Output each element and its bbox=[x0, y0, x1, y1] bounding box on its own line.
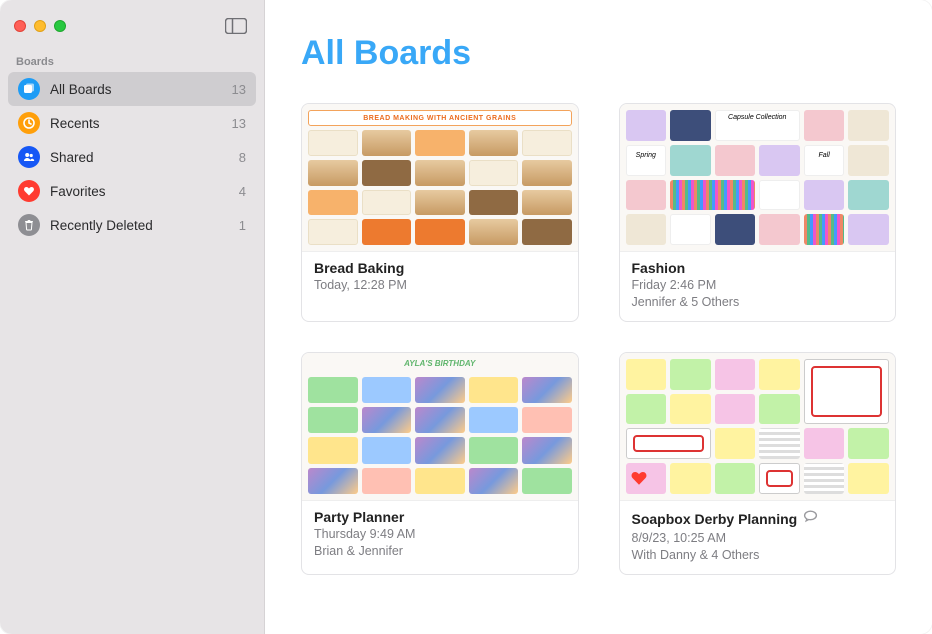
sidebar-item-count: 1 bbox=[239, 218, 246, 233]
people-icon bbox=[18, 146, 40, 168]
close-window-button[interactable] bbox=[14, 20, 26, 32]
board-thumbnail: Capsule Collection SpringFall bbox=[620, 104, 896, 252]
sidebar-item-recents[interactable]: Recents 13 bbox=[8, 106, 256, 140]
favorite-heart-icon bbox=[630, 469, 648, 492]
board-meta: Soapbox Derby Planning 8/9/23, 10:25 AM … bbox=[620, 501, 896, 574]
board-card[interactable]: Soapbox Derby Planning 8/9/23, 10:25 AM … bbox=[619, 352, 897, 575]
clock-icon bbox=[18, 112, 40, 134]
sidebar-item-count: 13 bbox=[232, 116, 246, 131]
main-content: All Boards BREAD MAKING WITH ANCIENT GRA… bbox=[265, 0, 932, 634]
board-grid: BREAD MAKING WITH ANCIENT GRAINS Bread B… bbox=[301, 103, 896, 575]
board-thumbnail: BREAD MAKING WITH ANCIENT GRAINS bbox=[302, 104, 578, 252]
board-meta: Fashion Friday 2:46 PM Jennifer & 5 Othe… bbox=[620, 252, 896, 321]
heart-icon bbox=[18, 180, 40, 202]
sidebar-item-all-boards[interactable]: All Boards 13 bbox=[8, 72, 256, 106]
thumb-title: AYLA'S BIRTHDAY bbox=[308, 359, 572, 373]
board-meta: Party Planner Thursday 9:49 AM Brian & J… bbox=[302, 501, 578, 570]
minimize-window-button[interactable] bbox=[34, 20, 46, 32]
sidebar-item-count: 8 bbox=[239, 150, 246, 165]
sidebar-icon bbox=[225, 18, 247, 34]
sidebar-item-recently-deleted[interactable]: Recently Deleted 1 bbox=[8, 208, 256, 242]
sidebar-section-title: Boards bbox=[0, 52, 264, 72]
board-time: Today, 12:28 PM bbox=[314, 277, 566, 294]
sidebar-item-label: Shared bbox=[50, 150, 229, 165]
boards-icon bbox=[18, 78, 40, 100]
board-time: Friday 2:46 PM bbox=[632, 277, 884, 294]
thumb-title: BREAD MAKING WITH ANCIENT GRAINS bbox=[308, 110, 572, 126]
page-title: All Boards bbox=[301, 34, 896, 73]
sidebar-item-shared[interactable]: Shared 8 bbox=[8, 140, 256, 174]
board-people: Jennifer & 5 Others bbox=[632, 294, 884, 311]
board-name: Party Planner bbox=[314, 509, 566, 525]
board-thumbnail bbox=[620, 353, 896, 501]
toggle-sidebar-button[interactable] bbox=[222, 16, 250, 36]
board-name: Bread Baking bbox=[314, 260, 566, 276]
sidebar-item-label: Recently Deleted bbox=[50, 218, 229, 233]
board-time: 8/9/23, 10:25 AM bbox=[632, 530, 884, 547]
sidebar-item-favorites[interactable]: Favorites 4 bbox=[8, 174, 256, 208]
sidebar-item-label: Recents bbox=[50, 116, 222, 131]
trash-icon bbox=[18, 214, 40, 236]
fullscreen-window-button[interactable] bbox=[54, 20, 66, 32]
titlebar bbox=[0, 0, 264, 52]
comment-icon bbox=[803, 509, 818, 529]
sidebar-item-label: Favorites bbox=[50, 184, 229, 199]
sidebar: Boards All Boards 13 Recents 13 bbox=[0, 0, 265, 634]
board-card[interactable]: AYLA'S BIRTHDAY Party Planner Thursday 9… bbox=[301, 352, 579, 575]
app-window: Boards All Boards 13 Recents 13 bbox=[0, 0, 932, 634]
board-people: Brian & Jennifer bbox=[314, 543, 566, 560]
board-card[interactable]: Capsule Collection SpringFall Fashion Fr… bbox=[619, 103, 897, 322]
board-people: With Danny & 4 Others bbox=[632, 547, 884, 564]
board-meta: Bread Baking Today, 12:28 PM bbox=[302, 252, 578, 304]
board-name: Fashion bbox=[632, 260, 884, 276]
board-thumbnail: AYLA'S BIRTHDAY bbox=[302, 353, 578, 501]
sidebar-item-count: 13 bbox=[232, 82, 246, 97]
sidebar-item-count: 4 bbox=[239, 184, 246, 199]
board-time: Thursday 9:49 AM bbox=[314, 526, 566, 543]
board-name: Soapbox Derby Planning bbox=[632, 511, 798, 527]
sidebar-list: All Boards 13 Recents 13 Shared 8 bbox=[0, 72, 264, 242]
board-card[interactable]: BREAD MAKING WITH ANCIENT GRAINS Bread B… bbox=[301, 103, 579, 322]
window-controls bbox=[14, 20, 66, 32]
sidebar-item-label: All Boards bbox=[50, 82, 222, 97]
